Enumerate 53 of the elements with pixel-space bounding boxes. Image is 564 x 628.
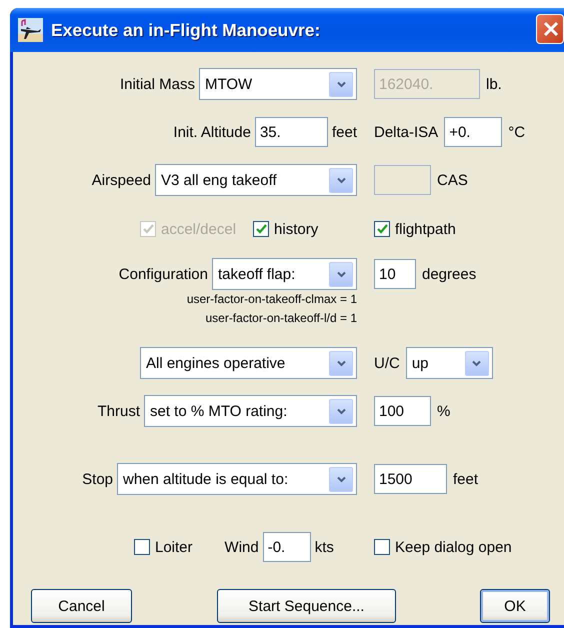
dialog-button[interactable]: OK bbox=[480, 589, 550, 623]
input-field[interactable]: 35. bbox=[254, 117, 328, 147]
combo-value: takeoff flap: bbox=[218, 266, 296, 282]
field-label: kts bbox=[314, 538, 334, 556]
window-title: Execute an in-Flight Manoeuvre: bbox=[51, 20, 320, 40]
combo-value: up bbox=[412, 354, 430, 372]
dropdown[interactable]: set to % MTO rating: bbox=[144, 395, 357, 427]
field-label: Wind bbox=[224, 538, 259, 556]
checkbox-label[interactable]: history bbox=[274, 220, 318, 238]
checkbox[interactable] bbox=[253, 221, 270, 237]
combo-value: V3 all eng takeoff bbox=[161, 172, 278, 188]
field-label: feet bbox=[332, 124, 357, 140]
combo-value: All engines operative bbox=[146, 354, 286, 372]
input-field[interactable]: 10 bbox=[374, 259, 416, 289]
field-label: Airspeed bbox=[92, 172, 151, 188]
dropdown[interactable]: V3 all eng takeoff bbox=[155, 164, 357, 196]
dropdown[interactable]: All engines operative bbox=[140, 347, 357, 379]
factor-note: user-factor-on-takeoff-l/d = 1 bbox=[205, 310, 357, 327]
dropdown[interactable]: MTOW bbox=[199, 68, 357, 100]
checkbox-label[interactable]: Keep dialog open bbox=[395, 538, 512, 556]
checkbox[interactable] bbox=[134, 539, 150, 555]
dialog-button[interactable]: Cancel bbox=[31, 589, 132, 623]
checkbox-label[interactable]: flightpath bbox=[395, 220, 456, 238]
field-label: Delta-ISA bbox=[374, 124, 438, 140]
field-label: % bbox=[437, 402, 450, 420]
field-label: Init. Altitude bbox=[173, 124, 251, 140]
factor-note: user-factor-on-takeoff-clmax = 1 bbox=[186, 291, 357, 308]
input-field[interactable]: -0. bbox=[262, 532, 311, 562]
dropdown[interactable]: up bbox=[406, 347, 493, 379]
input-field[interactable]: 1500 bbox=[374, 464, 447, 494]
field-label: Configuration bbox=[118, 266, 208, 282]
combo-value: MTOW bbox=[205, 76, 254, 92]
field-label: °C bbox=[508, 124, 526, 140]
checkbox-label[interactable]: Loiter bbox=[155, 538, 193, 556]
checkbox[interactable] bbox=[374, 539, 390, 555]
dropdown[interactable]: when altitude is equal to: bbox=[117, 463, 357, 495]
dialog-button[interactable]: Start Sequence... bbox=[217, 589, 396, 623]
input-field[interactable]: 100 bbox=[374, 396, 431, 426]
field-label: lb. bbox=[486, 76, 502, 92]
field-label: degrees bbox=[422, 266, 476, 282]
combo-value: set to % MTO rating: bbox=[150, 402, 288, 420]
checkbox[interactable] bbox=[374, 221, 390, 237]
dropdown[interactable]: takeoff flap: bbox=[212, 258, 357, 290]
field-label: CAS bbox=[437, 172, 468, 188]
combo-value: when altitude is equal to: bbox=[123, 470, 290, 488]
close-icon[interactable] bbox=[536, 14, 564, 44]
airplane-icon bbox=[18, 18, 43, 42]
input-field[interactable]: +0. bbox=[444, 117, 502, 147]
field-label: Stop bbox=[82, 470, 113, 488]
field-label: feet bbox=[453, 470, 478, 488]
field-label: Thrust bbox=[97, 402, 140, 420]
field-label: U/C bbox=[374, 354, 400, 372]
field-label: Initial Mass bbox=[120, 76, 195, 92]
